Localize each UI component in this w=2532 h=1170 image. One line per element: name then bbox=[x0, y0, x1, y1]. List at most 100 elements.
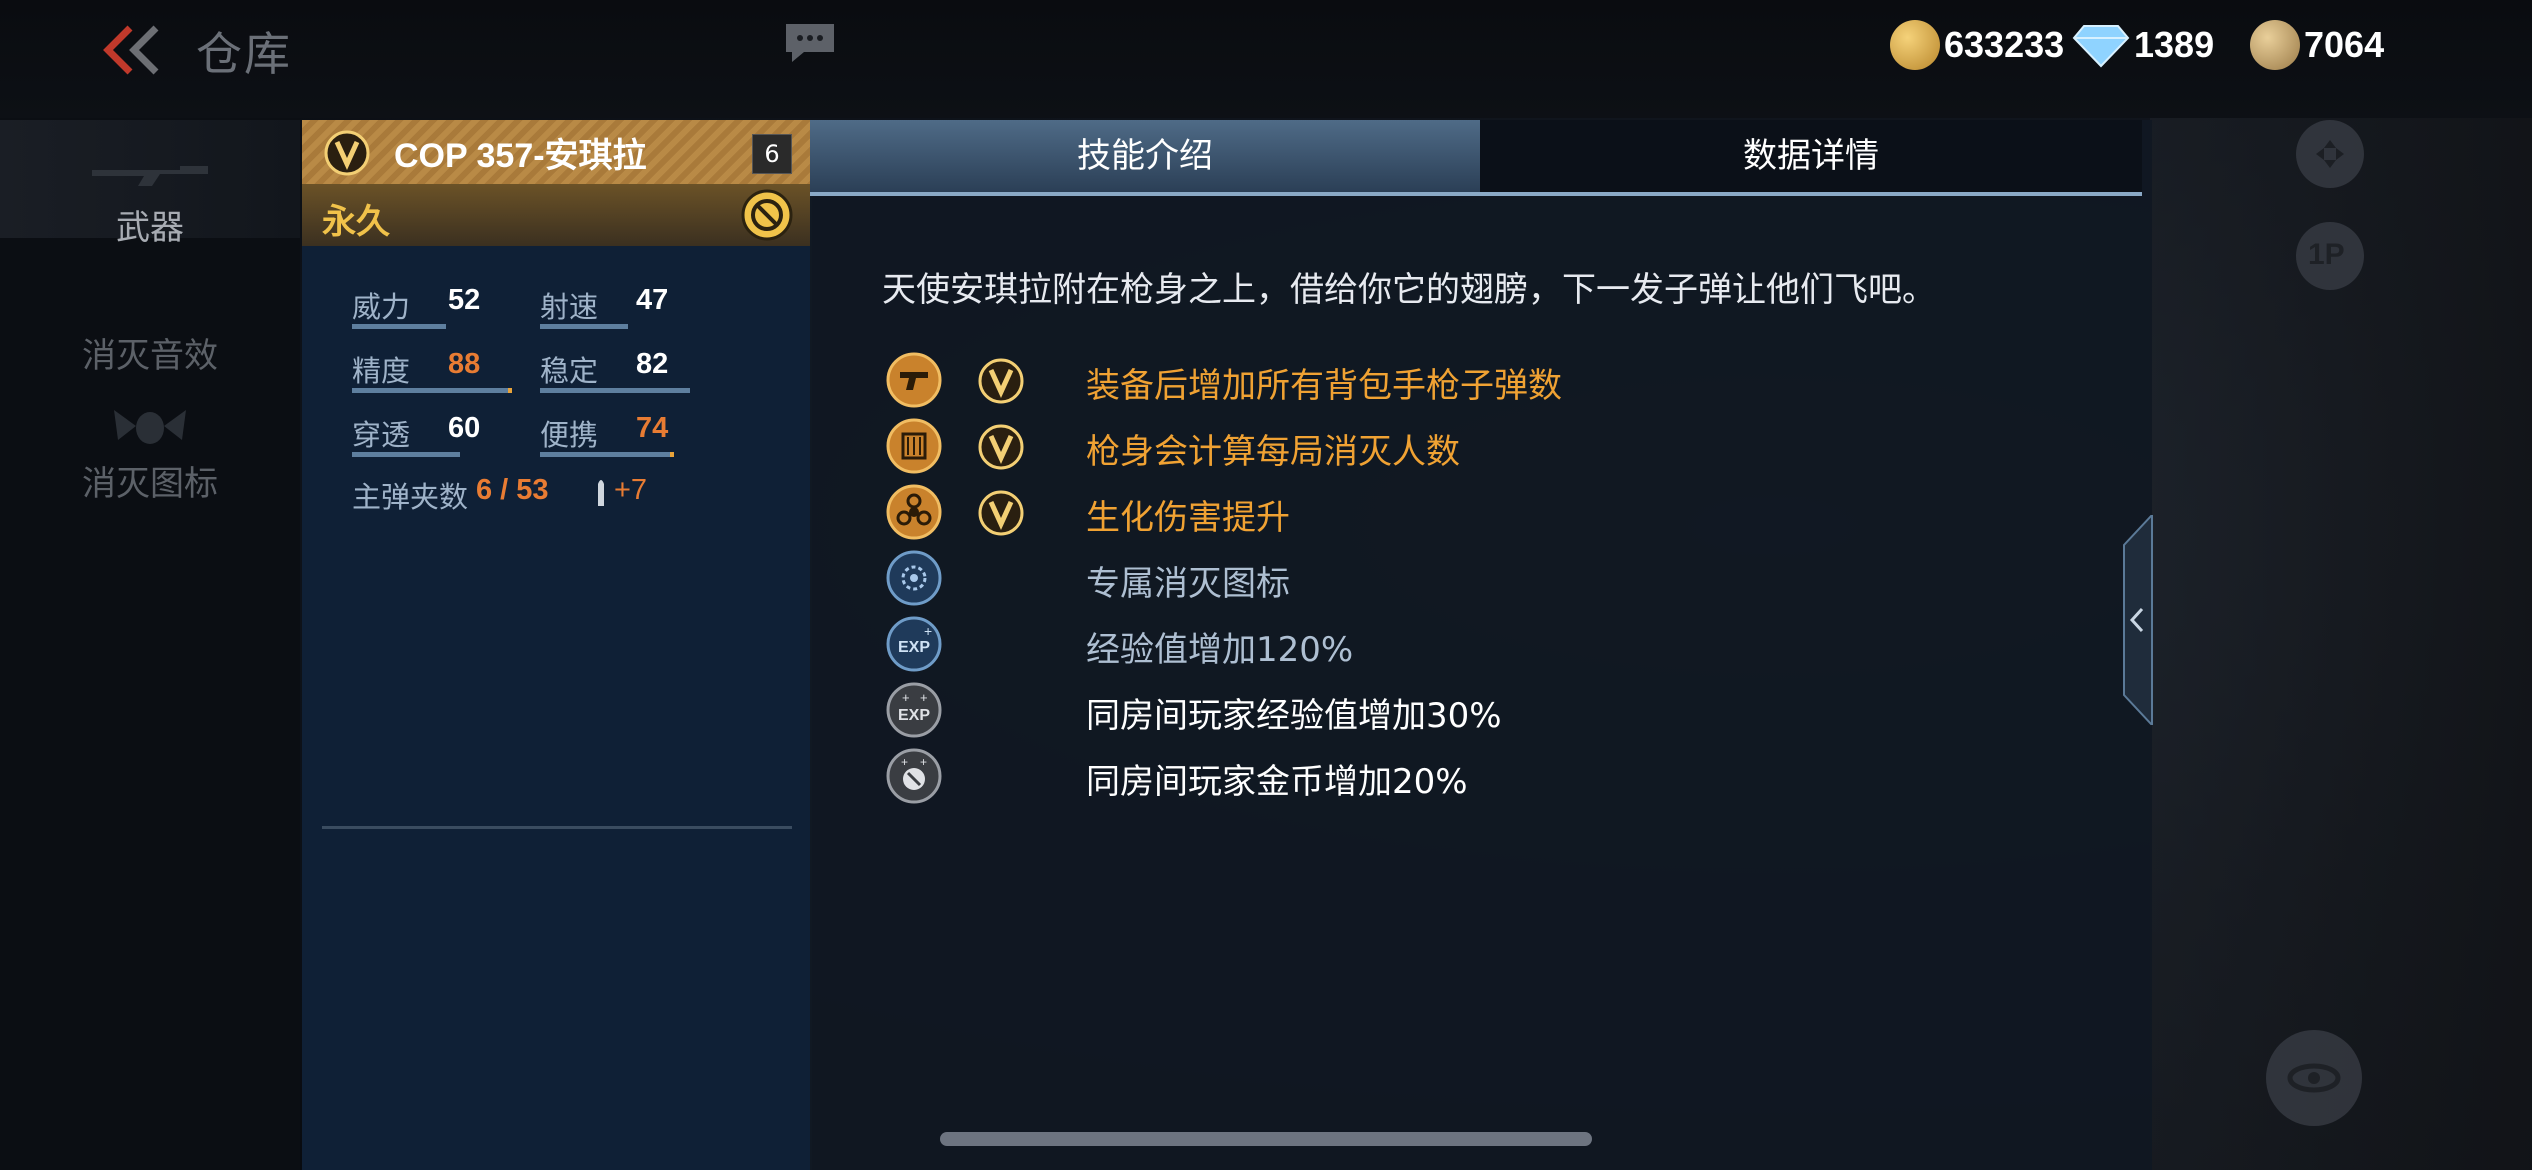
rifle-icon bbox=[92, 166, 208, 186]
chat-icon bbox=[786, 24, 834, 62]
horizontal-scrollbar[interactable] bbox=[940, 1132, 1592, 1146]
team-gold-icon: + + bbox=[886, 748, 942, 804]
dpad-icon bbox=[2316, 140, 2344, 168]
svg-text:EXP: EXP bbox=[898, 639, 930, 656]
skill-text: 生化伤害提升 bbox=[1086, 498, 1290, 538]
skill-row: 装备后增加所有背包手枪子弹数 bbox=[886, 352, 2086, 412]
skill-row: + + 同房间玩家金币增加20% bbox=[886, 748, 2086, 808]
svg-text:+: + bbox=[902, 690, 910, 705]
weapon-duration: 永久 bbox=[322, 202, 390, 242]
nav-label: 武器 bbox=[116, 208, 184, 248]
ammo-row: 主弹夹数 6 / 53 +7 bbox=[352, 474, 752, 518]
skill-row: 生化伤害提升 bbox=[886, 484, 2086, 544]
biohazard-icon bbox=[886, 484, 942, 540]
stat-label: 射速 bbox=[540, 290, 599, 324]
pistol-icon bbox=[886, 352, 942, 408]
counter-icon bbox=[886, 418, 942, 474]
chevron-left-icon bbox=[2123, 512, 2153, 728]
page-title: 仓库 bbox=[196, 27, 292, 81]
skull-wings-icon bbox=[114, 410, 186, 444]
inspect-weapon-button[interactable] bbox=[2266, 1030, 2362, 1126]
team-exp-icon: EXP + + bbox=[886, 682, 942, 738]
skill-text: 枪身会计算每局消灭人数 bbox=[1086, 432, 1460, 472]
stat-value: 52 bbox=[448, 284, 481, 316]
bullet-icon bbox=[598, 480, 604, 506]
skills-panel: 技能介绍 数据详情 天使安琪拉附在枪身之上，借给你它的翅膀，下一发子弹让他们飞吧… bbox=[810, 120, 2152, 1170]
first-person-icon: 1P bbox=[2308, 238, 2345, 271]
stat-value: 82 bbox=[636, 348, 669, 380]
stat-value: 88 bbox=[448, 348, 481, 380]
ammo-value: 6 / 53 bbox=[476, 474, 549, 506]
medal-amount: 7064 bbox=[2304, 24, 2385, 65]
svg-text:+: + bbox=[901, 755, 908, 769]
svg-text:+: + bbox=[920, 690, 928, 705]
skill-row: 专属消灭图标 bbox=[886, 550, 2086, 610]
stat-label: 威力 bbox=[352, 290, 411, 324]
kill-icon-badge bbox=[886, 550, 942, 606]
skill-text: 同房间玩家经验值增加30% bbox=[1086, 696, 1502, 736]
gold-badge-icon bbox=[741, 189, 793, 241]
exp-icon: EXP + bbox=[886, 616, 942, 672]
nav-item-kill-sound[interactable]: 消灭音效 bbox=[0, 250, 300, 376]
ammo-bonus: +7 bbox=[614, 474, 648, 506]
ammo-label: 主弹夹数 bbox=[352, 480, 469, 514]
vip-v-icon bbox=[324, 130, 370, 176]
skill-description: 天使安琪拉附在枪身之上，借给你它的翅膀，下一发子弹让他们飞吧。 bbox=[882, 270, 1936, 310]
card-divider bbox=[322, 826, 792, 829]
camera-view-button[interactable] bbox=[2296, 120, 2364, 188]
stat-bar bbox=[540, 452, 674, 457]
diamond-currency[interactable]: 1389 bbox=[2072, 18, 2214, 72]
eye-icon bbox=[2287, 1063, 2341, 1093]
svg-text:EXP: EXP bbox=[898, 707, 930, 724]
gold-currency[interactable]: 633233 bbox=[1890, 18, 2064, 72]
nav-item-kill-icon[interactable]: 消灭图标 bbox=[0, 378, 300, 504]
nav-label: 消灭图标 bbox=[82, 464, 218, 504]
weapon-level-badge: 6 bbox=[752, 134, 792, 174]
skill-text: 同房间玩家金币增加20% bbox=[1086, 762, 1468, 802]
weapon-duration-bar: 永久 bbox=[302, 184, 810, 246]
medal-currency[interactable]: 7064 bbox=[2250, 18, 2384, 72]
weapon-name: COP 357-安琪拉 bbox=[394, 137, 647, 175]
stat-label: 穿透 bbox=[352, 418, 411, 452]
tab-data-details[interactable]: 数据详情 bbox=[1480, 120, 2142, 192]
stat-bar bbox=[352, 324, 446, 329]
stat-bar bbox=[540, 324, 628, 329]
diamond-amount: 1389 bbox=[2134, 24, 2215, 65]
chat-button[interactable] bbox=[782, 20, 838, 66]
skill-row: EXP + 经验值增加120% bbox=[886, 616, 2086, 676]
stat-label: 便携 bbox=[540, 418, 599, 452]
tab-underline bbox=[810, 192, 2142, 196]
vip-v-icon bbox=[978, 490, 1024, 536]
collapse-panel-button[interactable] bbox=[2118, 512, 2154, 728]
gold-amount: 633233 bbox=[1944, 24, 2065, 65]
skill-text: 专属消灭图标 bbox=[1086, 564, 1290, 604]
vip-v-icon bbox=[978, 424, 1024, 470]
stat-fire-rate: 射速 47 bbox=[540, 284, 720, 334]
stat-value: 60 bbox=[448, 412, 481, 444]
svg-text:+: + bbox=[924, 623, 932, 639]
svg-text:+: + bbox=[920, 755, 927, 769]
nav-item-weapons[interactable]: 武器 bbox=[0, 120, 300, 248]
stat-stability: 稳定 82 bbox=[540, 348, 720, 398]
tab-skill-intro[interactable]: 技能介绍 bbox=[810, 120, 1480, 192]
nav-label: 消灭音效 bbox=[82, 336, 218, 376]
stat-portability: 便携 74 bbox=[540, 412, 720, 462]
skill-text: 装备后增加所有背包手枪子弹数 bbox=[1086, 366, 1562, 406]
double-chevron-left-icon bbox=[103, 25, 159, 75]
stat-accuracy: 精度 88 bbox=[352, 348, 532, 398]
gold-coin-icon bbox=[1890, 20, 1940, 70]
skill-row: EXP + + 同房间玩家经验值增加30% bbox=[886, 682, 2086, 742]
skill-row: 枪身会计算每局消灭人数 bbox=[886, 418, 2086, 478]
first-person-button[interactable]: 1P bbox=[2296, 222, 2364, 290]
skill-text: 经验值增加120% bbox=[1086, 630, 1354, 670]
stat-penetration: 穿透 60 bbox=[352, 412, 532, 462]
medal-coin-icon bbox=[2250, 20, 2300, 70]
back-button[interactable] bbox=[100, 22, 170, 78]
stat-bar bbox=[352, 452, 460, 457]
weapon-card: COP 357-安琪拉 6 永久 威力 52 射速 47 精度 88 稳定 82… bbox=[302, 120, 812, 1170]
diamond-icon bbox=[2072, 25, 2130, 68]
stat-value: 47 bbox=[636, 284, 669, 316]
stat-value: 74 bbox=[636, 412, 669, 444]
weapon-card-header: COP 357-安琪拉 6 bbox=[302, 120, 810, 184]
stat-label: 精度 bbox=[352, 354, 411, 388]
